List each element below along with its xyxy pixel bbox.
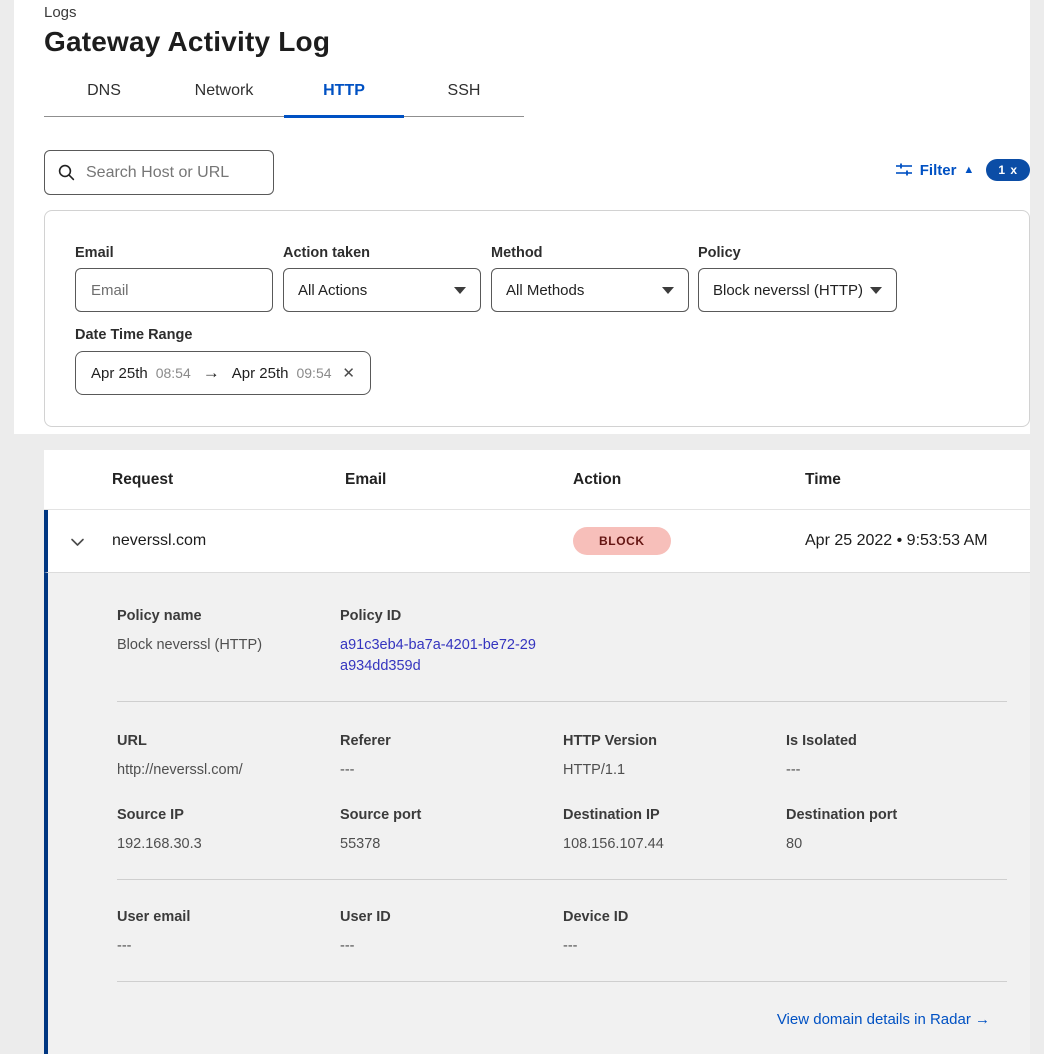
- row-time: Apr 25 2022 • 9:53:53 AM: [805, 532, 988, 549]
- collapse-caret-icon: ▲: [963, 164, 974, 176]
- policy-value: Block neverssl (HTTP): [713, 282, 863, 299]
- source-ip-label: Source IP: [117, 807, 328, 823]
- tab-network[interactable]: Network: [164, 78, 284, 118]
- http-details-row: URL http://neverssl.com/ Referer --- HTT…: [117, 702, 1007, 781]
- filter-sliders-icon: [896, 163, 912, 177]
- user-id-value: ---: [340, 936, 551, 957]
- referer-value: ---: [340, 760, 551, 781]
- header-email: Email: [345, 471, 573, 489]
- date-range-label: Date Time Range: [75, 327, 192, 343]
- filter-button[interactable]: Filter ▲: [896, 162, 987, 179]
- method-select[interactable]: All Methods: [491, 268, 689, 312]
- header-time: Time: [805, 471, 1030, 489]
- header-action: Action: [573, 471, 805, 489]
- action-taken-select[interactable]: All Actions: [283, 268, 481, 312]
- view-in-radar-link[interactable]: View domain details in Radar →: [777, 1011, 990, 1028]
- http-version-value: HTTP/1.1: [563, 760, 774, 781]
- policy-name-label: Policy name: [117, 608, 328, 624]
- tab-ssh[interactable]: SSH: [404, 78, 524, 118]
- start-date[interactable]: Apr 25th: [91, 365, 148, 382]
- http-version-label: HTTP Version: [563, 733, 774, 749]
- device-id-label: Device ID: [563, 909, 774, 925]
- method-label: Method: [491, 245, 543, 261]
- tab-bar: DNS Network HTTP SSH: [44, 78, 524, 117]
- block-status-badge: BLOCK: [573, 527, 671, 555]
- radar-link-row: View domain details in Radar →: [117, 982, 1007, 1029]
- filter-count-badge[interactable]: 1 x: [986, 159, 1030, 181]
- referer-label: Referer: [340, 733, 551, 749]
- email-filter-field[interactable]: [75, 268, 273, 312]
- destination-port-label: Destination port: [786, 807, 995, 823]
- is-isolated-value: ---: [786, 760, 995, 781]
- policy-select[interactable]: Block neverssl (HTTP): [698, 268, 897, 312]
- chevron-down-icon: [870, 287, 882, 294]
- end-date[interactable]: Apr 25th: [232, 365, 289, 382]
- chevron-down-icon: [662, 287, 674, 294]
- user-email-value: ---: [117, 936, 328, 957]
- clear-date-range-icon[interactable]: ✕: [342, 364, 355, 382]
- tab-dns[interactable]: DNS: [44, 78, 164, 118]
- source-port-value: 55378: [340, 834, 551, 855]
- start-time[interactable]: 08:54: [156, 365, 191, 381]
- table-row[interactable]: neverssl.com BLOCK Apr 25 2022 • 9:53:53…: [44, 510, 1030, 573]
- search-icon: [58, 164, 75, 181]
- table-header-row: Request Email Action Time: [44, 450, 1030, 510]
- expanded-row-details: Policy name Block neverssl (HTTP) Policy…: [44, 573, 1030, 1054]
- breadcrumb[interactable]: Logs: [44, 4, 77, 21]
- policy-id-label: Policy ID: [340, 608, 995, 624]
- url-label: URL: [117, 733, 328, 749]
- policy-label: Policy: [698, 245, 741, 261]
- policy-id-link[interactable]: a91c3eb4-ba7a-4201-be72-29a934dd359d: [340, 635, 536, 677]
- row-request: neverssl.com: [112, 532, 206, 549]
- date-range-picker[interactable]: Apr 25th 08:54 → Apr 25th 09:54 ✕: [75, 351, 371, 395]
- destination-ip-label: Destination IP: [563, 807, 774, 823]
- filter-button-label: Filter: [920, 162, 957, 179]
- policy-name-value: Block neverssl (HTTP): [117, 635, 328, 656]
- search-box[interactable]: [44, 150, 274, 195]
- chevron-down-icon: [454, 287, 466, 294]
- tab-http[interactable]: HTTP: [284, 78, 404, 118]
- filter-panel: Email Action taken All Actions Method Al…: [44, 210, 1030, 427]
- email-filter-label: Email: [75, 245, 114, 261]
- user-id-label: User ID: [340, 909, 551, 925]
- action-taken-value: All Actions: [298, 282, 367, 299]
- activity-log-table: Request Email Action Time neverssl.com B…: [44, 450, 1030, 573]
- destination-port-value: 80: [786, 834, 995, 855]
- source-ip-value: 192.168.30.3: [117, 834, 328, 855]
- email-filter-input[interactable]: [89, 281, 253, 300]
- source-port-label: Source port: [340, 807, 551, 823]
- user-email-label: User email: [117, 909, 328, 925]
- is-isolated-label: Is Isolated: [786, 733, 995, 749]
- network-details-row: Source IP 192.168.30.3 Source port 55378…: [117, 781, 1007, 855]
- method-value: All Methods: [506, 282, 584, 299]
- user-details-row: User email --- User ID --- Device ID ---: [117, 880, 1007, 957]
- page-title: Gateway Activity Log: [44, 26, 330, 58]
- row-expand-chevron-icon[interactable]: [70, 534, 85, 552]
- range-arrow-icon: →: [203, 363, 220, 383]
- destination-ip-value: 108.156.107.44: [563, 834, 774, 855]
- filter-controls: Filter ▲ 1 x: [896, 159, 1030, 181]
- header-request: Request: [112, 471, 345, 489]
- url-value: http://neverssl.com/: [117, 760, 328, 781]
- policy-section: Policy name Block neverssl (HTTP) Policy…: [117, 573, 1007, 677]
- device-id-value: ---: [563, 936, 774, 957]
- action-taken-label: Action taken: [283, 245, 370, 261]
- search-input[interactable]: [84, 163, 263, 183]
- end-time[interactable]: 09:54: [296, 365, 331, 381]
